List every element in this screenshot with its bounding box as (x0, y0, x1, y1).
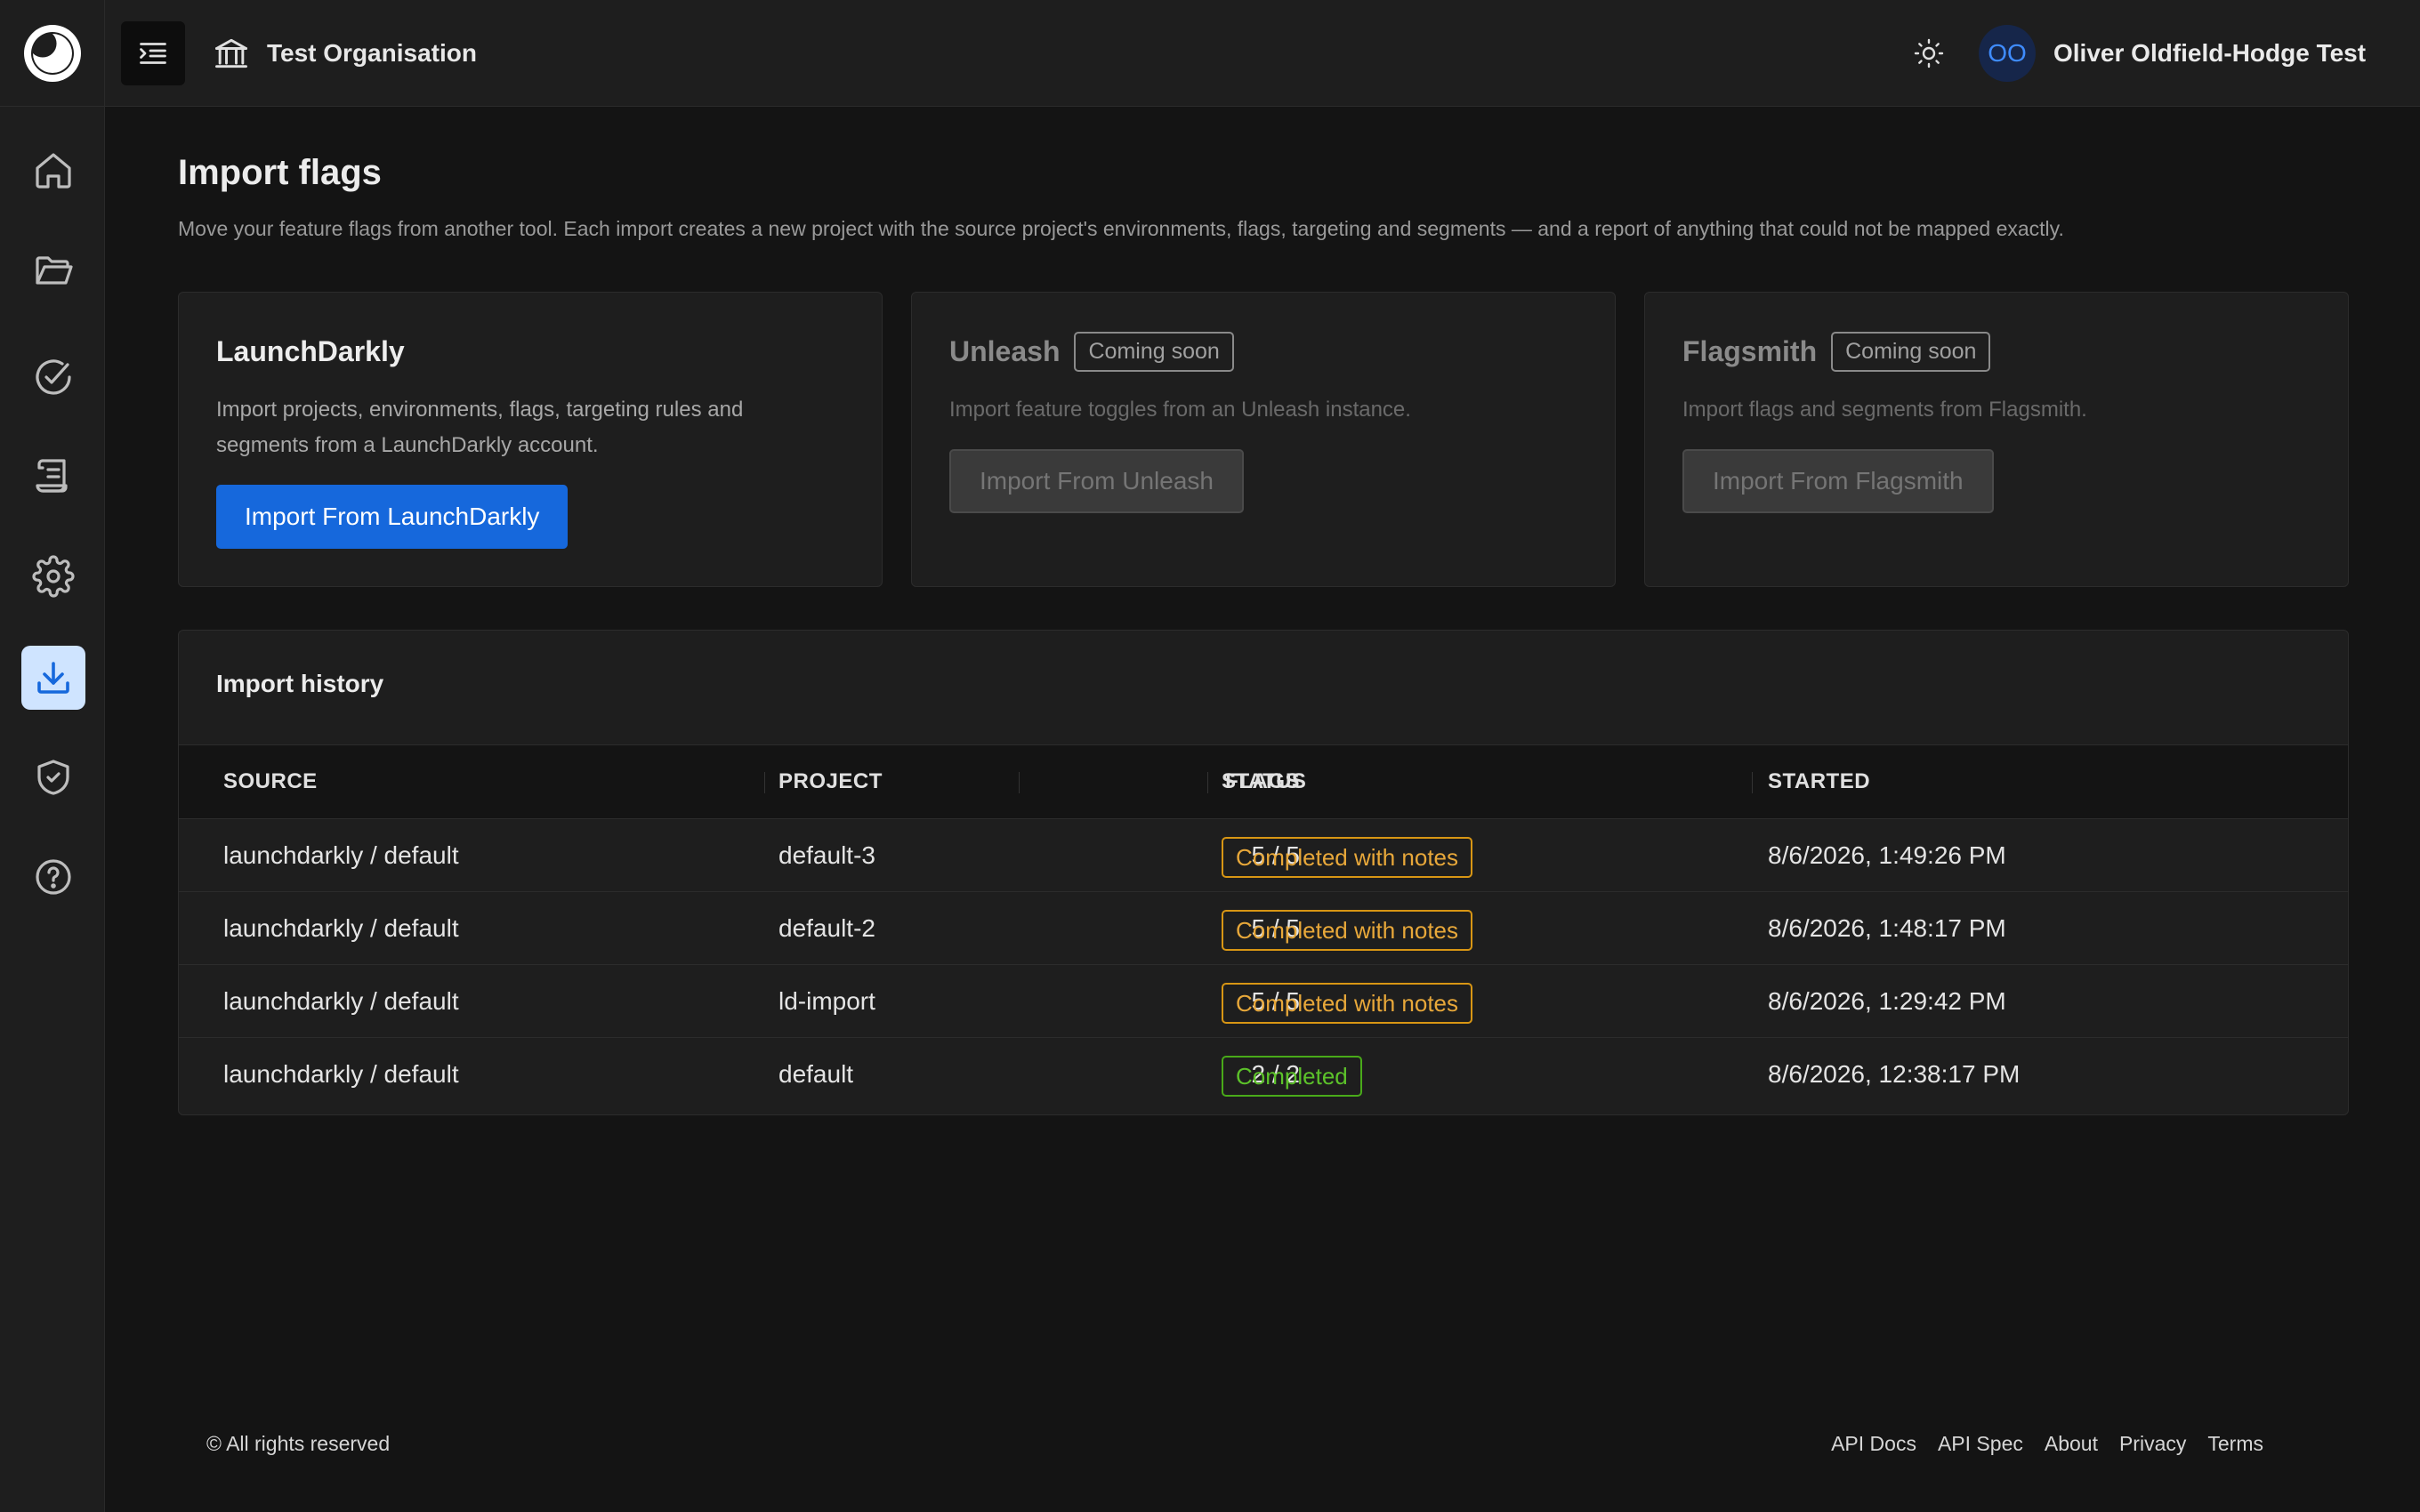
source-card-title: Unleash (949, 334, 1061, 367)
column-divider (1752, 772, 1753, 793)
column-divider (764, 772, 765, 793)
import-unleash-button: Import From Unleash (949, 449, 1244, 513)
column-divider (1207, 772, 1208, 793)
status-badge: Completed with notes (1222, 837, 1473, 878)
cell-source: launchdarkly / default (223, 987, 459, 1015)
footer-link-privacy[interactable]: Privacy (2119, 1432, 2186, 1456)
coming-soon-badge: Coming soon (1831, 331, 1991, 372)
status-badge: Completed (1222, 1056, 1362, 1097)
cell-source: launchdarkly / default (223, 1060, 459, 1088)
column-header-status[interactable]: STATUS (1222, 745, 1306, 818)
organisation-switcher[interactable]: Test Organisation (212, 32, 477, 75)
table-header: SOURCE PROJECT FLAGS STATUS STARTED (179, 744, 2348, 819)
folder-icon (36, 256, 73, 285)
sidebar-item-help[interactable] (21, 845, 85, 909)
status-badge: Completed with notes (1222, 983, 1473, 1024)
theme-toggle-button[interactable] (1908, 32, 1950, 75)
menu-toggle-button[interactable] (121, 21, 185, 85)
source-card-unleash: Unleash Coming soon Import feature toggl… (911, 292, 1616, 587)
page-description: Move your feature flags from another too… (178, 217, 2064, 240)
cell-started: 8/6/2026, 12:38:17 PM (1768, 1060, 2021, 1088)
source-card-launchdarkly: LaunchDarkly Import projects, environmen… (178, 292, 883, 587)
table-row[interactable]: launchdarkly / default default-3 5 / 5 C… (179, 819, 2348, 892)
cell-project[interactable]: default-2 (778, 892, 875, 965)
sidebar-item-security[interactable] (21, 745, 85, 809)
source-card-title: Flagsmith (1682, 334, 1818, 367)
bank-icon (215, 38, 247, 68)
footer-link-api-spec[interactable]: API Spec (1938, 1432, 2023, 1456)
source-card-flagsmith: Flagsmith Coming soon Import flags and s… (1644, 292, 2349, 587)
logo[interactable] (0, 0, 104, 107)
cell-project[interactable]: ld-import (778, 965, 875, 1038)
table-row[interactable]: launchdarkly / default ld-import 5 / 5 C… (179, 965, 2348, 1038)
user-name: Oliver Oldfield-Hodge Test (2053, 39, 2367, 67)
user-menu[interactable]: OO Oliver Oldfield-Hodge Test (1979, 25, 2366, 82)
menu-indent-icon (140, 43, 166, 64)
page-title: Import flags (178, 153, 382, 192)
import-launchdarkly-button[interactable]: Import From LaunchDarkly (216, 485, 569, 549)
check-circle-icon (36, 359, 71, 395)
download-icon (37, 662, 69, 694)
sidebar-item-home[interactable] (21, 139, 85, 203)
table-row[interactable]: launchdarkly / default default 2 / 2 Com… (179, 1038, 2348, 1111)
sidebar (0, 0, 105, 1512)
cell-source: launchdarkly / default (223, 914, 459, 942)
scroll-icon (36, 459, 68, 493)
import-history-panel: Import history SOURCE PROJECT FLAGS STAT… (178, 630, 2349, 1115)
column-header-project[interactable]: PROJECT (778, 745, 883, 818)
cell-started: 8/6/2026, 1:29:42 PM (1768, 987, 2006, 1015)
help-circle-icon (36, 859, 71, 895)
source-card-description: Import projects, environments, flags, ta… (216, 398, 744, 457)
sidebar-item-audit-log[interactable] (21, 445, 85, 509)
coming-soon-badge: Coming soon (1074, 331, 1234, 372)
cell-started: 8/6/2026, 1:48:17 PM (1768, 914, 2006, 942)
cell-project[interactable]: default (778, 1038, 853, 1111)
footer-links: API Docs API Spec About Privacy Terms (1831, 1432, 2263, 1456)
column-header-started[interactable]: STARTED (1768, 745, 1870, 818)
source-card-description: Import feature toggles from an Unleash i… (949, 398, 1411, 422)
column-divider (1019, 772, 1020, 793)
footer-link-api-docs[interactable]: API Docs (1831, 1432, 1916, 1456)
logo-icon (23, 24, 81, 82)
top-bar: Test Organisation OO Oliver Oldfield-Hod… (105, 0, 2420, 107)
sidebar-item-projects[interactable] (21, 238, 85, 302)
footer-link-about[interactable]: About (2045, 1432, 2098, 1456)
status-badge: Completed with notes (1222, 910, 1473, 951)
organisation-name: Test Organisation (267, 39, 477, 67)
sidebar-item-flags[interactable] (21, 345, 85, 409)
cell-started: 8/6/2026, 1:49:26 PM (1768, 841, 2006, 869)
shield-check-icon (37, 760, 69, 795)
import-history-title: Import history (216, 670, 384, 697)
cell-source: launchdarkly / default (223, 841, 459, 869)
import-flagsmith-button: Import From Flagsmith (1682, 449, 1994, 513)
footer-link-terms[interactable]: Terms (2207, 1432, 2263, 1456)
table-row[interactable]: launchdarkly / default default-2 5 / 5 C… (179, 892, 2348, 965)
source-card-description: Import flags and segments from Flagsmith… (1682, 398, 2087, 422)
column-header-source[interactable]: SOURCE (223, 745, 318, 818)
sun-icon (1914, 38, 1944, 68)
gear-icon (32, 555, 75, 598)
cell-project[interactable]: default-3 (778, 819, 875, 892)
sidebar-item-settings[interactable] (21, 544, 85, 608)
home-icon (36, 153, 71, 189)
avatar: OO (1979, 25, 2036, 82)
copyright-text: © All rights reserved (206, 1432, 391, 1455)
source-card-title: LaunchDarkly (216, 334, 405, 367)
sidebar-item-import[interactable] (21, 646, 85, 710)
